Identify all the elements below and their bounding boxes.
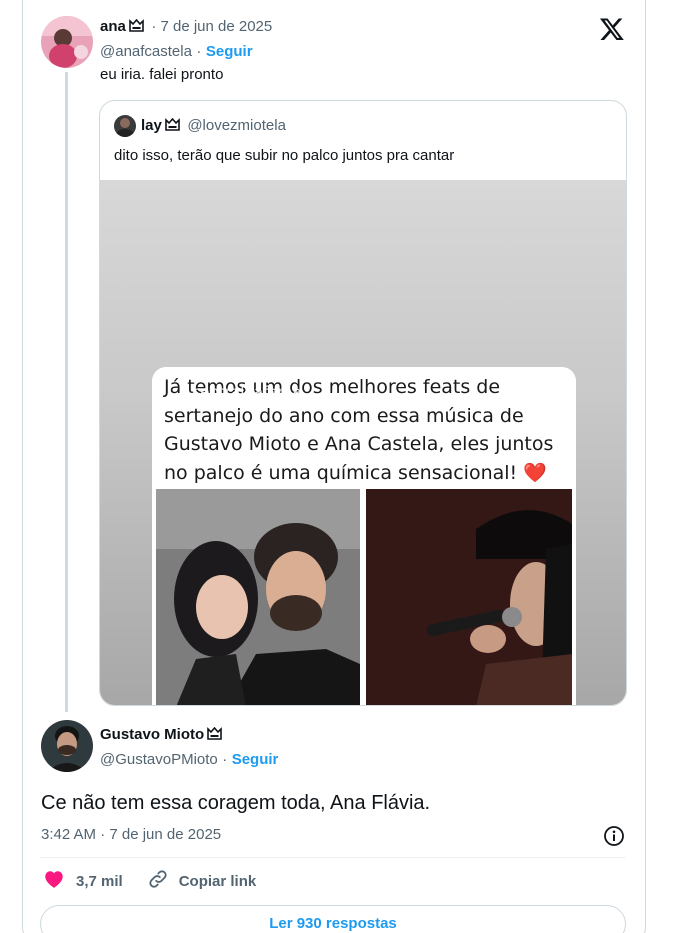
separator-dot: · xyxy=(196,43,202,60)
author-name[interactable]: ana xyxy=(100,18,126,35)
story-watermark: centraldafama xyxy=(192,383,302,401)
thread-connector-line xyxy=(65,72,68,712)
tweet-timestamp[interactable]: 3:42 AM · 7 de jun de 2025 xyxy=(41,826,221,843)
tweet-actions: 3,7 mil Copiar link xyxy=(42,868,256,895)
heart-icon xyxy=(42,868,66,895)
story-caption-line: sertanejo do ano com essa música de xyxy=(164,404,524,427)
link-icon xyxy=(147,868,169,895)
avatar-gustavo[interactable] xyxy=(41,720,93,772)
author-handle[interactable]: @GustavoPMioto xyxy=(100,751,218,768)
author-handle[interactable]: @anafcastela xyxy=(100,43,192,60)
quote-text: dito isso, terão que subir no palco junt… xyxy=(114,147,455,164)
x-logo-icon[interactable] xyxy=(598,16,626,42)
follow-button[interactable]: Seguir xyxy=(232,751,279,768)
story-caption-line: Gustavo Mioto e Ana Castela, eles juntos xyxy=(164,433,554,455)
story-caption-line: no palco é uma química sensacional! ❤️ xyxy=(164,461,547,484)
story-screenshot: Já temos um dos melhores feats de sertan… xyxy=(152,367,576,705)
read-replies-button[interactable]: Ler 930 respostas xyxy=(40,905,626,933)
avatar-lay xyxy=(114,115,136,137)
quote-media[interactable]: Já temos um dos melhores feats de sertan… xyxy=(100,180,626,705)
separator-dot: · xyxy=(222,751,228,768)
video-duration: 0:22 xyxy=(512,383,548,402)
like-count: 3,7 mil xyxy=(76,873,123,890)
crown-badge-icon xyxy=(207,726,222,746)
photo-right xyxy=(366,489,572,705)
avatar-ana[interactable] xyxy=(41,16,93,68)
crown-badge-icon xyxy=(129,18,144,38)
like-button[interactable]: 3,7 mil xyxy=(42,868,123,895)
info-icon[interactable] xyxy=(603,825,625,847)
divider xyxy=(40,857,626,858)
copy-link-label: Copiar link xyxy=(178,873,257,890)
tweet-date[interactable]: · 7 de jun de 2025 xyxy=(151,18,272,35)
copy-link-button[interactable]: Copiar link xyxy=(147,868,257,895)
follow-button[interactable]: Seguir xyxy=(206,43,253,60)
quote-author-name: lay xyxy=(141,117,162,134)
main-tweet-text: Ce não tem essa coragem toda, Ana Flávia… xyxy=(41,792,431,814)
quoted-tweet[interactable]: lay @lovezmiotela dito isso, terão que s… xyxy=(99,100,627,706)
quote-author-handle: @lovezmiotela xyxy=(187,117,286,134)
photo-left xyxy=(156,489,360,705)
tweet-text: eu iria. falei pronto xyxy=(100,66,224,83)
crown-badge-icon xyxy=(165,117,180,137)
author-name[interactable]: Gustavo Mioto xyxy=(100,726,204,743)
